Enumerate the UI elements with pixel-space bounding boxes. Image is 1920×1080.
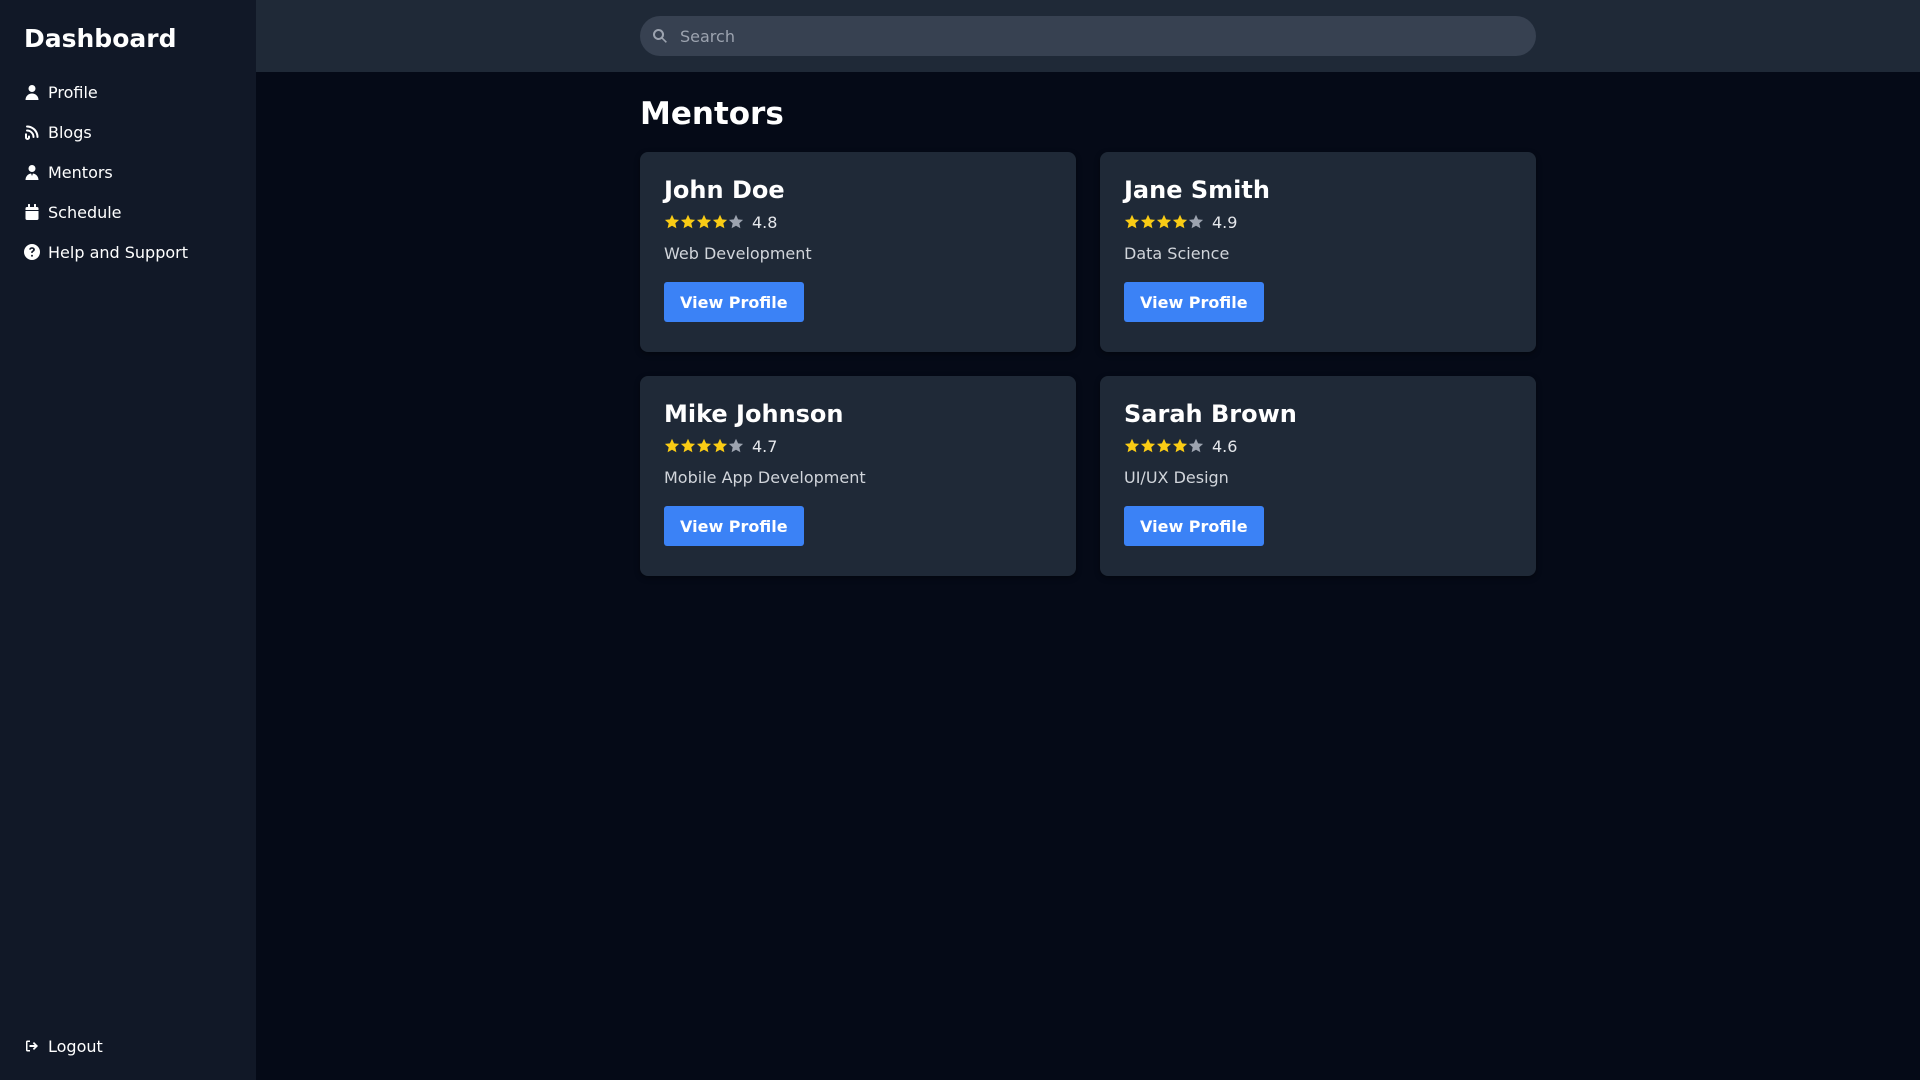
mentor-grid: John Doe 4.8 Web Development View Profil…	[640, 152, 1536, 576]
page-title: Mentors	[640, 96, 784, 132]
sidebar-nav: Profile Blogs Mentors Schedule Help and …	[24, 72, 232, 272]
star-filled-icon	[1124, 438, 1140, 453]
mentor-card: Mike Johnson 4.7 Mobile App Development …	[640, 376, 1076, 576]
sidebar-item-profile[interactable]: Profile	[24, 72, 232, 112]
star-empty-icon	[728, 214, 744, 229]
sidebar-item-help-and-support[interactable]: Help and Support	[24, 232, 232, 272]
main-area: Mentors John Doe 4.8 Web Development Vie…	[256, 0, 1920, 1080]
mentor-name: Mike Johnson	[664, 400, 844, 428]
star-filled-icon	[680, 438, 696, 453]
calendar-icon	[24, 204, 40, 220]
sidebar-item-label: Mentors	[48, 162, 113, 182]
mentor-specialty: Mobile App Development	[664, 468, 866, 487]
sidebar-item-schedule[interactable]: Schedule	[24, 192, 232, 232]
star-empty-icon	[1188, 214, 1204, 229]
mentor-card: Jane Smith 4.9 Data Science View Profile	[1100, 152, 1536, 352]
star-filled-icon	[1156, 438, 1172, 453]
mentors-section: Mentors John Doe 4.8 Web Development Vie…	[256, 72, 1920, 576]
star-filled-icon	[1172, 438, 1188, 453]
rating-value: 4.7	[752, 436, 778, 456]
view-profile-button[interactable]: View Profile	[664, 282, 804, 322]
mentor-rating: 4.7	[664, 434, 1052, 458]
app: Dashboard Profile Blogs Mentors Schedule…	[0, 0, 1920, 1080]
mentor-specialty: Data Science	[1124, 244, 1230, 263]
search-input[interactable]	[680, 16, 1536, 56]
sidebar-item-label: Profile	[48, 82, 98, 102]
star-filled-icon	[712, 214, 728, 229]
star-filled-icon	[696, 438, 712, 453]
star-filled-icon	[1172, 214, 1188, 229]
rating-stars	[664, 214, 744, 230]
mentor-icon	[24, 164, 40, 180]
view-profile-button[interactable]: View Profile	[664, 506, 804, 546]
sidebar-item-label: Blogs	[48, 122, 92, 142]
star-filled-icon	[1124, 214, 1140, 229]
help-icon	[24, 244, 40, 260]
mentor-rating: 4.6	[1124, 434, 1512, 458]
mentor-name: Jane Smith	[1124, 176, 1270, 204]
rating-value: 4.6	[1212, 436, 1238, 456]
logout-icon	[24, 1038, 40, 1054]
sidebar-item-mentors[interactable]: Mentors	[24, 152, 232, 192]
star-empty-icon	[728, 438, 744, 453]
rating-stars	[1124, 214, 1204, 230]
mentor-card: John Doe 4.8 Web Development View Profil…	[640, 152, 1076, 352]
rating-value: 4.9	[1212, 212, 1238, 232]
sidebar-title: Dashboard	[24, 24, 177, 53]
rating-value: 4.8	[752, 212, 778, 232]
mentor-specialty: Web Development	[664, 244, 812, 263]
view-profile-button[interactable]: View Profile	[1124, 506, 1264, 546]
mentor-rating: 4.9	[1124, 210, 1512, 234]
rating-stars	[664, 438, 744, 454]
mentor-name: John Doe	[664, 176, 785, 204]
sidebar-item-label: Schedule	[48, 202, 122, 222]
mentor-card: Sarah Brown 4.6 UI/UX Design View Profil…	[1100, 376, 1536, 576]
search-bar	[640, 16, 1536, 56]
star-filled-icon	[664, 438, 680, 453]
star-filled-icon	[696, 214, 712, 229]
sidebar-item-blogs[interactable]: Blogs	[24, 112, 232, 152]
star-filled-icon	[680, 214, 696, 229]
star-empty-icon	[1188, 438, 1204, 453]
top-bar	[256, 0, 1920, 72]
mentor-specialty: UI/UX Design	[1124, 468, 1229, 487]
logout-button[interactable]: Logout	[24, 1026, 103, 1066]
user-icon	[24, 84, 40, 100]
star-filled-icon	[664, 214, 680, 229]
mentor-rating: 4.8	[664, 210, 1052, 234]
rating-stars	[1124, 438, 1204, 454]
logout-label: Logout	[48, 1036, 103, 1056]
blog-icon	[24, 124, 40, 140]
star-filled-icon	[1140, 214, 1156, 229]
search-icon	[653, 29, 667, 43]
star-filled-icon	[1156, 214, 1172, 229]
sidebar: Dashboard Profile Blogs Mentors Schedule…	[0, 0, 256, 1080]
star-filled-icon	[712, 438, 728, 453]
mentor-name: Sarah Brown	[1124, 400, 1297, 428]
view-profile-button[interactable]: View Profile	[1124, 282, 1264, 322]
sidebar-item-label: Help and Support	[48, 242, 188, 262]
star-filled-icon	[1140, 438, 1156, 453]
